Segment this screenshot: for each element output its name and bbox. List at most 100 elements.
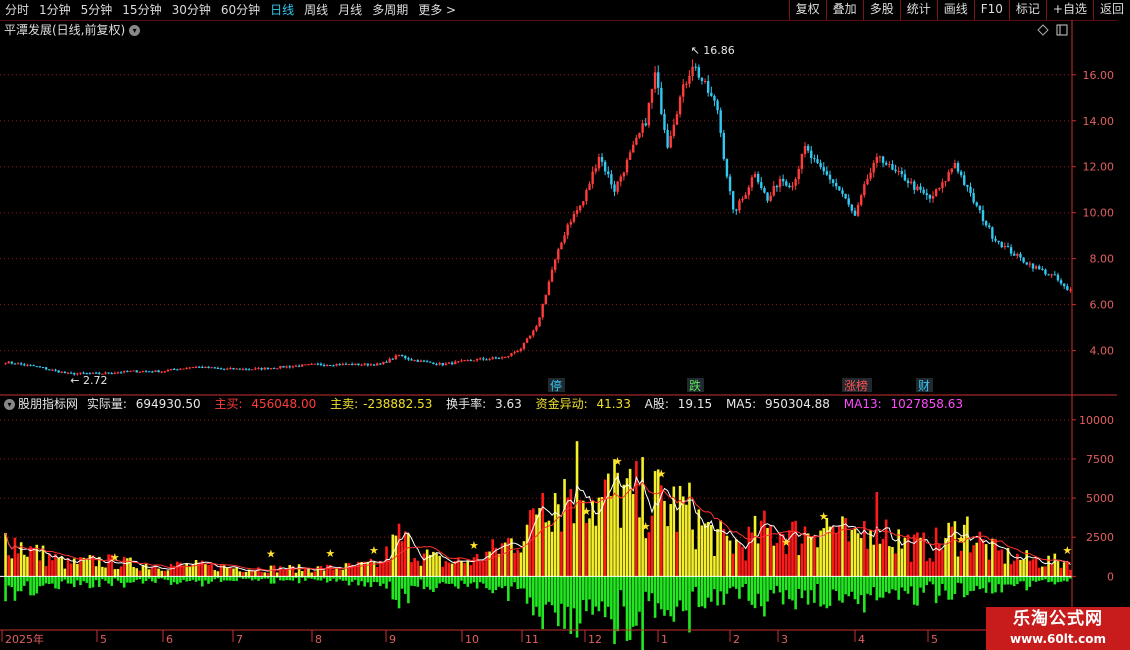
candle-body: [766, 192, 769, 201]
volume-bar-up: [263, 572, 267, 577]
volume-bar-down: [831, 576, 835, 590]
volume-bar-up: [528, 510, 532, 577]
volume-bar-down: [644, 576, 648, 592]
volume-bar-down: [875, 576, 879, 601]
volume-bar-up: [753, 515, 757, 577]
candle-body: [725, 159, 729, 177]
volume-bar-up: [647, 532, 651, 577]
candle-body: [116, 372, 120, 374]
volume-bar-down: [347, 576, 351, 586]
volume-bar-up: [1012, 560, 1016, 577]
volume-bar-up: [700, 525, 704, 577]
volume-bar-down: [538, 576, 541, 617]
candle-body: [132, 370, 135, 372]
candle-body: [875, 156, 879, 163]
volume-bar-down: [179, 576, 182, 583]
candle-body: [375, 363, 379, 366]
volume-bar-up: [794, 520, 797, 577]
volume-bar-up: [631, 494, 635, 577]
volume-bar-up: [619, 527, 623, 577]
volume-bar-down: [513, 576, 516, 583]
volume-bar-up: [844, 518, 847, 577]
candle-body: [963, 175, 966, 185]
volume-bar-up: [1003, 563, 1007, 577]
candle-body: [191, 367, 195, 369]
volume-bar-down: [922, 576, 925, 593]
candle-body: [916, 186, 919, 190]
candle-body: [685, 83, 688, 85]
volume-bar-down: [563, 576, 566, 629]
volume-bar-up: [138, 570, 142, 577]
candle-body: [310, 363, 313, 365]
volume-bar-up: [541, 492, 544, 577]
candle-body: [572, 213, 576, 222]
price-tick-label: 16.00: [1083, 69, 1115, 82]
volume-bar-up: [872, 544, 876, 577]
volume-bar-down: [825, 576, 829, 609]
volume-bar-down: [51, 576, 54, 584]
volume-bar-up: [610, 496, 613, 577]
volume-bar-down: [122, 576, 126, 588]
candle-body: [216, 368, 220, 370]
candle-body: [1044, 269, 1047, 275]
candle-body: [316, 363, 320, 365]
volume-bar-down: [934, 576, 938, 604]
volume-bar-up: [160, 570, 164, 577]
candle-body: [719, 110, 722, 134]
volume-bar-up: [641, 457, 644, 577]
volume-bar-down: [16, 576, 20, 592]
candle-body: [575, 210, 579, 214]
volume-bar-down: [813, 576, 816, 603]
candle-body: [803, 145, 807, 154]
stock-chart[interactable]: ★ ★ ★ ★ ★★★★★★★★★ 16.0014.0012.0010.008.006.…: [0, 0, 1130, 650]
volume-bar-down: [891, 576, 894, 590]
volume-bar-up: [669, 504, 673, 577]
volume-bar-up: [959, 550, 963, 577]
volume-bar-down: [194, 576, 198, 582]
volume-bar-down: [360, 576, 363, 582]
candle-body: [597, 156, 601, 169]
volume-bar-up: [953, 521, 957, 577]
candle-body: [126, 370, 129, 372]
volume-bar-up: [235, 567, 238, 577]
volume-bar-up: [338, 569, 342, 577]
signal-star-icon: ★: [613, 455, 623, 468]
candle-body: [194, 366, 198, 368]
candle-body: [747, 187, 750, 195]
volume-bar-up: [547, 520, 551, 577]
volume-bar-up: [931, 561, 935, 577]
candle-body: [713, 95, 716, 101]
volume-bar-up: [1066, 562, 1069, 577]
candle-body: [966, 184, 969, 187]
volume-bar-down: [279, 576, 282, 581]
candle-body: [1028, 263, 1032, 265]
volume-bar-up: [151, 567, 154, 577]
volume-bar-up: [269, 565, 273, 577]
volume-tick-label: 2500: [1086, 531, 1114, 544]
candle-body: [369, 364, 373, 366]
candle-body: [279, 366, 282, 369]
candle-body: [594, 168, 597, 172]
volume-bar-down: [828, 576, 832, 606]
volume-bar-up: [10, 558, 14, 577]
volume-bar-down: [107, 576, 110, 584]
candle-body: [372, 364, 376, 366]
candle-body: [607, 171, 610, 175]
candle-body: [157, 370, 160, 373]
volume-bar-up: [282, 570, 285, 577]
volume-bar-up: [575, 441, 579, 577]
volume-bar-down: [666, 576, 669, 611]
volume-bar-up: [813, 536, 816, 577]
volume-bar-down: [1062, 576, 1066, 581]
chevron-down-icon[interactable]: ▾: [4, 399, 15, 410]
indicator-name[interactable]: 股朋指标网: [18, 397, 78, 411]
volume-bar-down: [844, 576, 847, 595]
volume-bar-down: [91, 576, 95, 588]
volume-bar-down: [503, 576, 507, 586]
volume-bar-down: [297, 576, 301, 584]
candle-body: [785, 181, 788, 186]
candle-body: [557, 249, 560, 260]
candle-body: [1059, 280, 1063, 284]
volume-bar-up: [866, 548, 869, 577]
volume-bar-down: [650, 576, 654, 594]
